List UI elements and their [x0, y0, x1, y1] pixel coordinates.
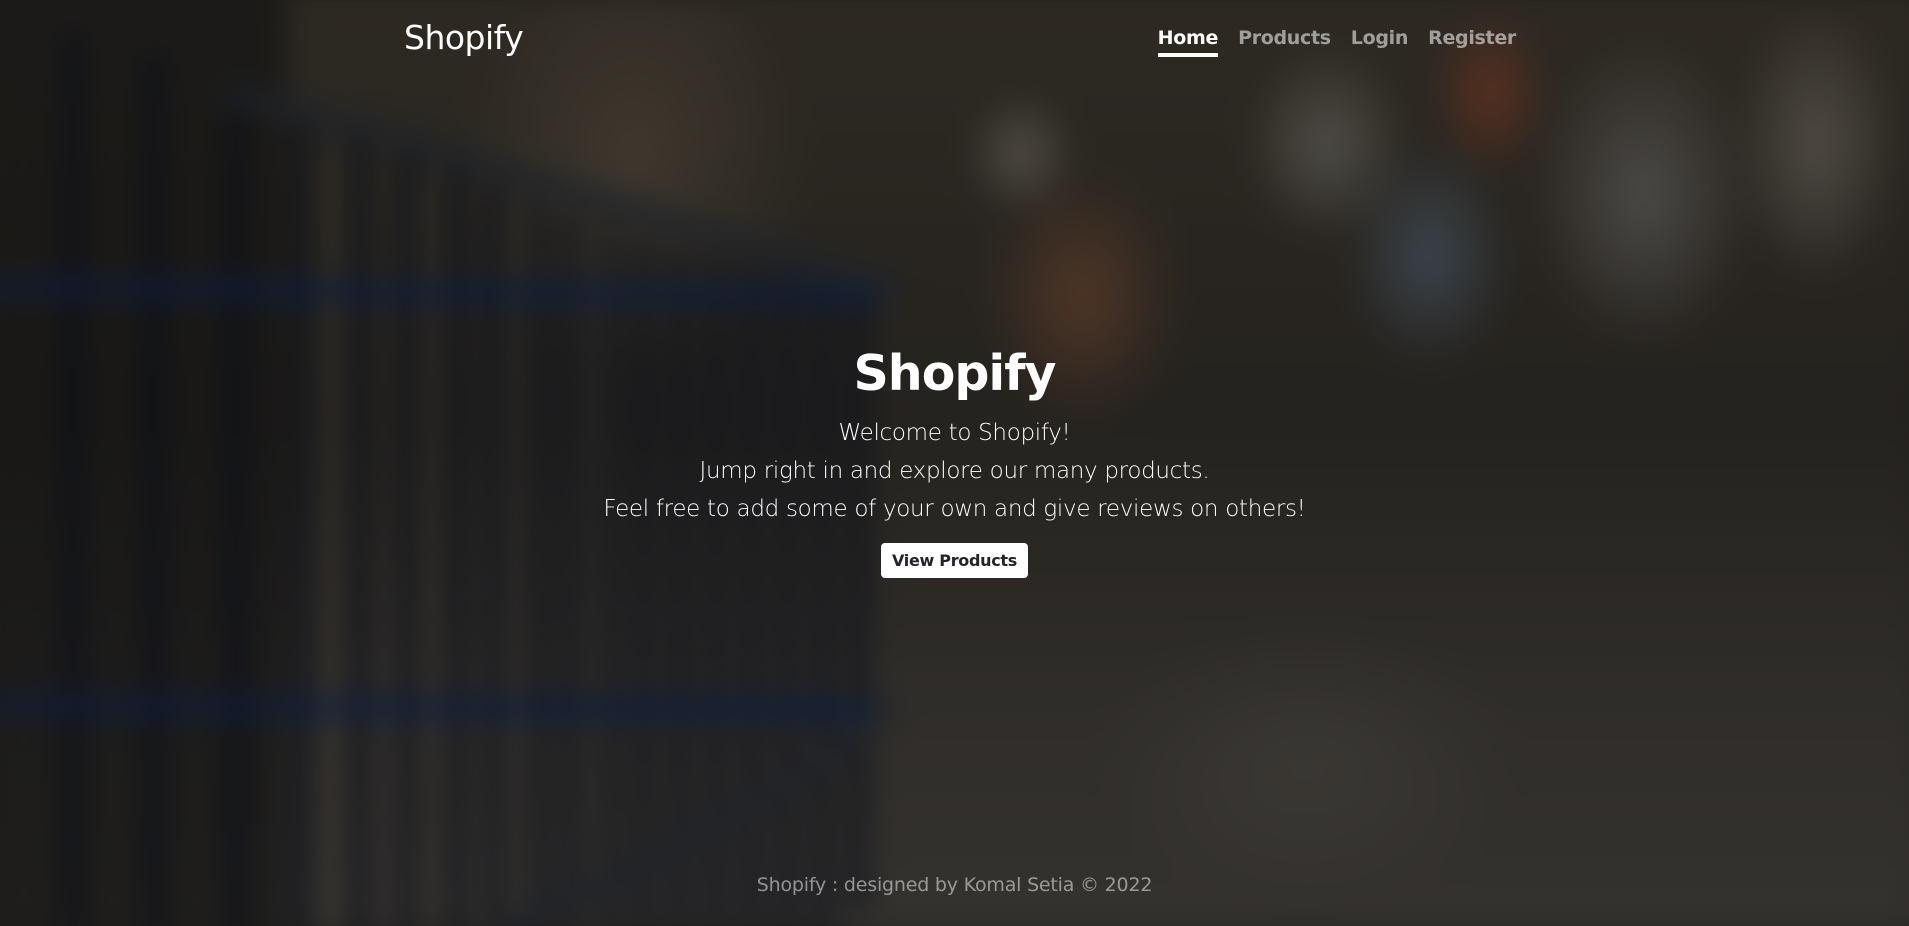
nav-link-register[interactable]: Register	[1428, 27, 1516, 53]
navbar-brand[interactable]: Shopify	[404, 18, 524, 57]
hero-section: Shopify Welcome to Shopify! Jump right i…	[0, 345, 1909, 578]
hero-welcome-text: Welcome to Shopify!	[838, 420, 1071, 446]
hero-reviews-text: Feel free to add some of your own and gi…	[603, 496, 1306, 522]
nav-link-login[interactable]: Login	[1351, 27, 1409, 53]
nav-link-home[interactable]: Home	[1157, 27, 1218, 57]
footer-credit: Shopify : designed by Komal Setia © 2022	[756, 874, 1153, 896]
navbar-links: Home Products Login Register	[1157, 27, 1516, 57]
hero-title: Shopify	[853, 345, 1057, 402]
nav-link-products[interactable]: Products	[1238, 27, 1331, 53]
hero-explore-text: Jump right in and explore our many produ…	[699, 458, 1210, 484]
page: Shopify Home Products Login Register Sho…	[0, 0, 1909, 926]
view-products-button[interactable]: View Products	[881, 543, 1028, 578]
